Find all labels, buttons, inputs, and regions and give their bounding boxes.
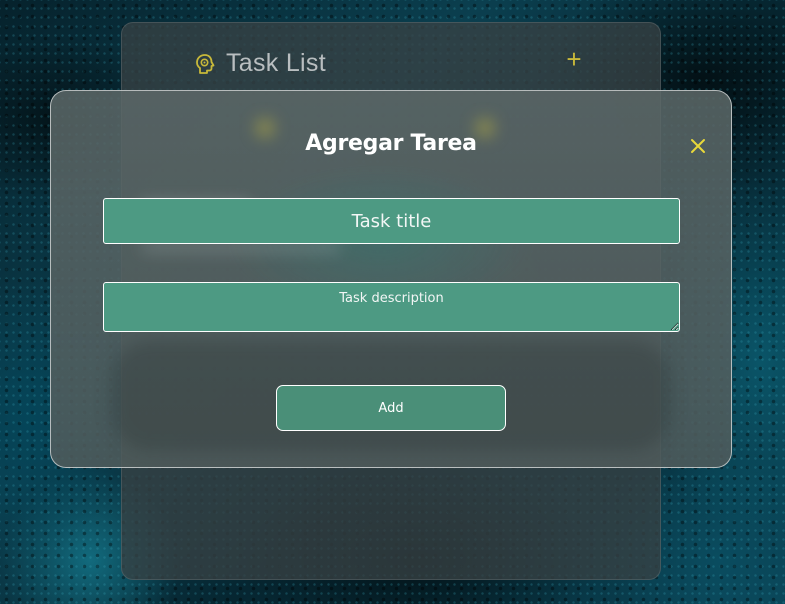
add-task-modal: Agregar Tarea Add: [50, 90, 732, 468]
add-button[interactable]: Add: [276, 385, 506, 431]
task-description-input[interactable]: [103, 282, 680, 332]
brain-icon: [194, 53, 216, 75]
task-list-title: Task List: [226, 49, 326, 77]
add-task-button[interactable]: +: [562, 44, 586, 74]
blurred-background-content: [141, 243, 341, 251]
task-title-input[interactable]: [103, 198, 680, 244]
task-list-header: Task List: [194, 49, 326, 78]
modal-title: Agregar Tarea: [305, 131, 477, 156]
plus-icon: +: [566, 44, 582, 74]
close-button[interactable]: [687, 135, 709, 157]
close-icon: [691, 139, 705, 153]
